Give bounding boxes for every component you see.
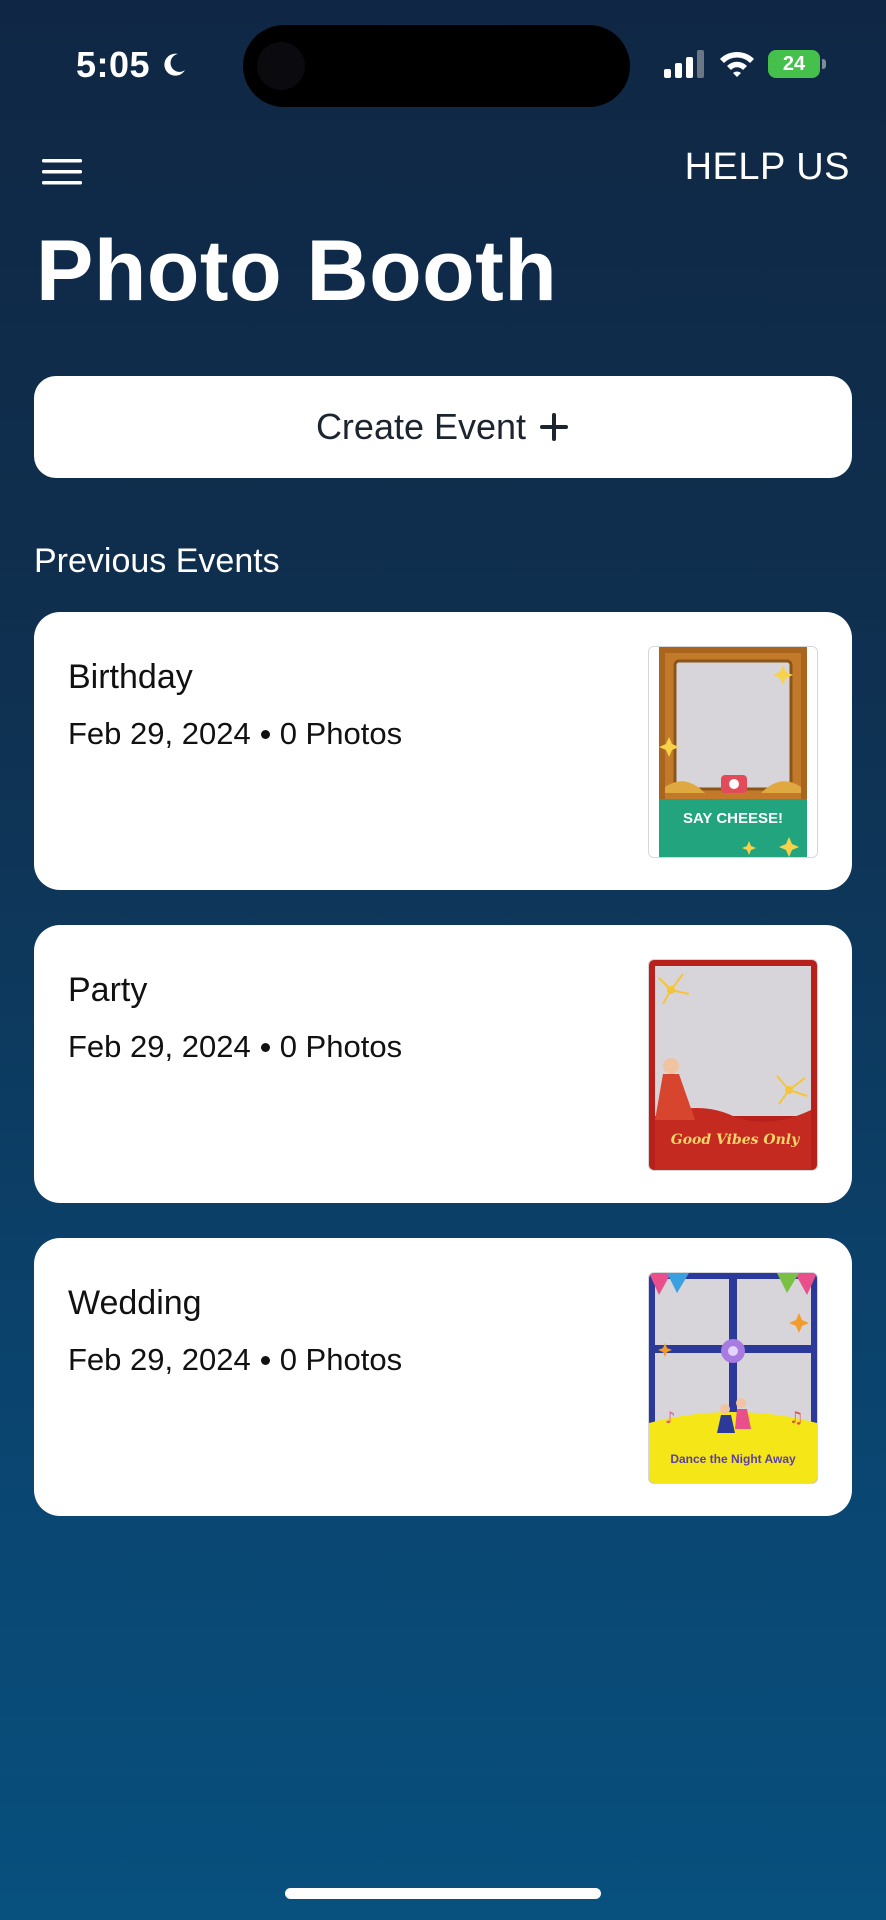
event-date: Feb 29, 2024 (68, 716, 251, 751)
party-frame-thumbnail: Good Vibes Only (648, 959, 818, 1171)
event-photo-count: 0 Photos (279, 1342, 403, 1377)
svg-text:♫: ♫ (789, 1408, 803, 1427)
help-us-button[interactable]: HELP US (685, 146, 850, 189)
signal-icon (664, 50, 704, 78)
separator-dot (260, 1355, 270, 1365)
event-photo-count: 0 Photos (279, 1029, 403, 1064)
event-meta: Feb 29, 2024 0 Photos (68, 1342, 402, 1378)
birthday-frame-thumbnail: SAY CHEESE! (648, 646, 818, 858)
event-name: Party (68, 971, 148, 1009)
status-bar: 5:05 24 (0, 0, 886, 130)
event-name: Wedding (68, 1284, 202, 1322)
moon-icon (164, 53, 186, 76)
svg-text:♪: ♪ (665, 1408, 675, 1427)
event-name: Birthday (68, 658, 193, 696)
frame-caption: SAY CHEESE! (683, 810, 783, 827)
page-title: Photo Booth (36, 223, 558, 319)
home-indicator[interactable] (285, 1888, 601, 1899)
battery-level: 24 (782, 52, 806, 75)
wedding-frame-thumbnail: ♪ ♫ Dance the Night Away (648, 1272, 818, 1484)
event-card-wedding[interactable]: Wedding Feb 29, 2024 0 Photos ♪ ♫ Dance … (34, 1238, 852, 1516)
dynamic-island (243, 25, 630, 107)
time-group: 5:05 (76, 44, 188, 86)
camera-icon (257, 42, 305, 90)
separator-dot (260, 1042, 270, 1052)
battery-icon: 24 (768, 50, 826, 78)
separator-dot (260, 729, 270, 739)
menu-button[interactable] (40, 157, 86, 187)
frame-caption: Dance the Night Away (670, 1452, 796, 1466)
previous-events-heading: Previous Events (34, 542, 280, 580)
event-date: Feb 29, 2024 (68, 1342, 251, 1377)
wifi-icon (720, 51, 754, 77)
create-event-button[interactable]: Create Event (34, 376, 852, 478)
plus-icon (538, 411, 570, 443)
status-indicators: 24 (664, 50, 826, 78)
event-meta: Feb 29, 2024 0 Photos (68, 716, 402, 752)
event-card-birthday[interactable]: Birthday Feb 29, 2024 0 Photos SAY CHEES… (34, 612, 852, 890)
event-card-party[interactable]: Party Feb 29, 2024 0 Photos Good Vibes O… (34, 925, 852, 1203)
event-date: Feb 29, 2024 (68, 1029, 251, 1064)
create-event-label: Create Event (315, 406, 527, 447)
frame-caption: Good Vibes Only (671, 1132, 800, 1148)
status-time: 5:05 (76, 44, 151, 85)
hamburger-icon (42, 159, 82, 185)
event-meta: Feb 29, 2024 0 Photos (68, 1029, 402, 1065)
event-photo-count: 0 Photos (279, 716, 403, 751)
